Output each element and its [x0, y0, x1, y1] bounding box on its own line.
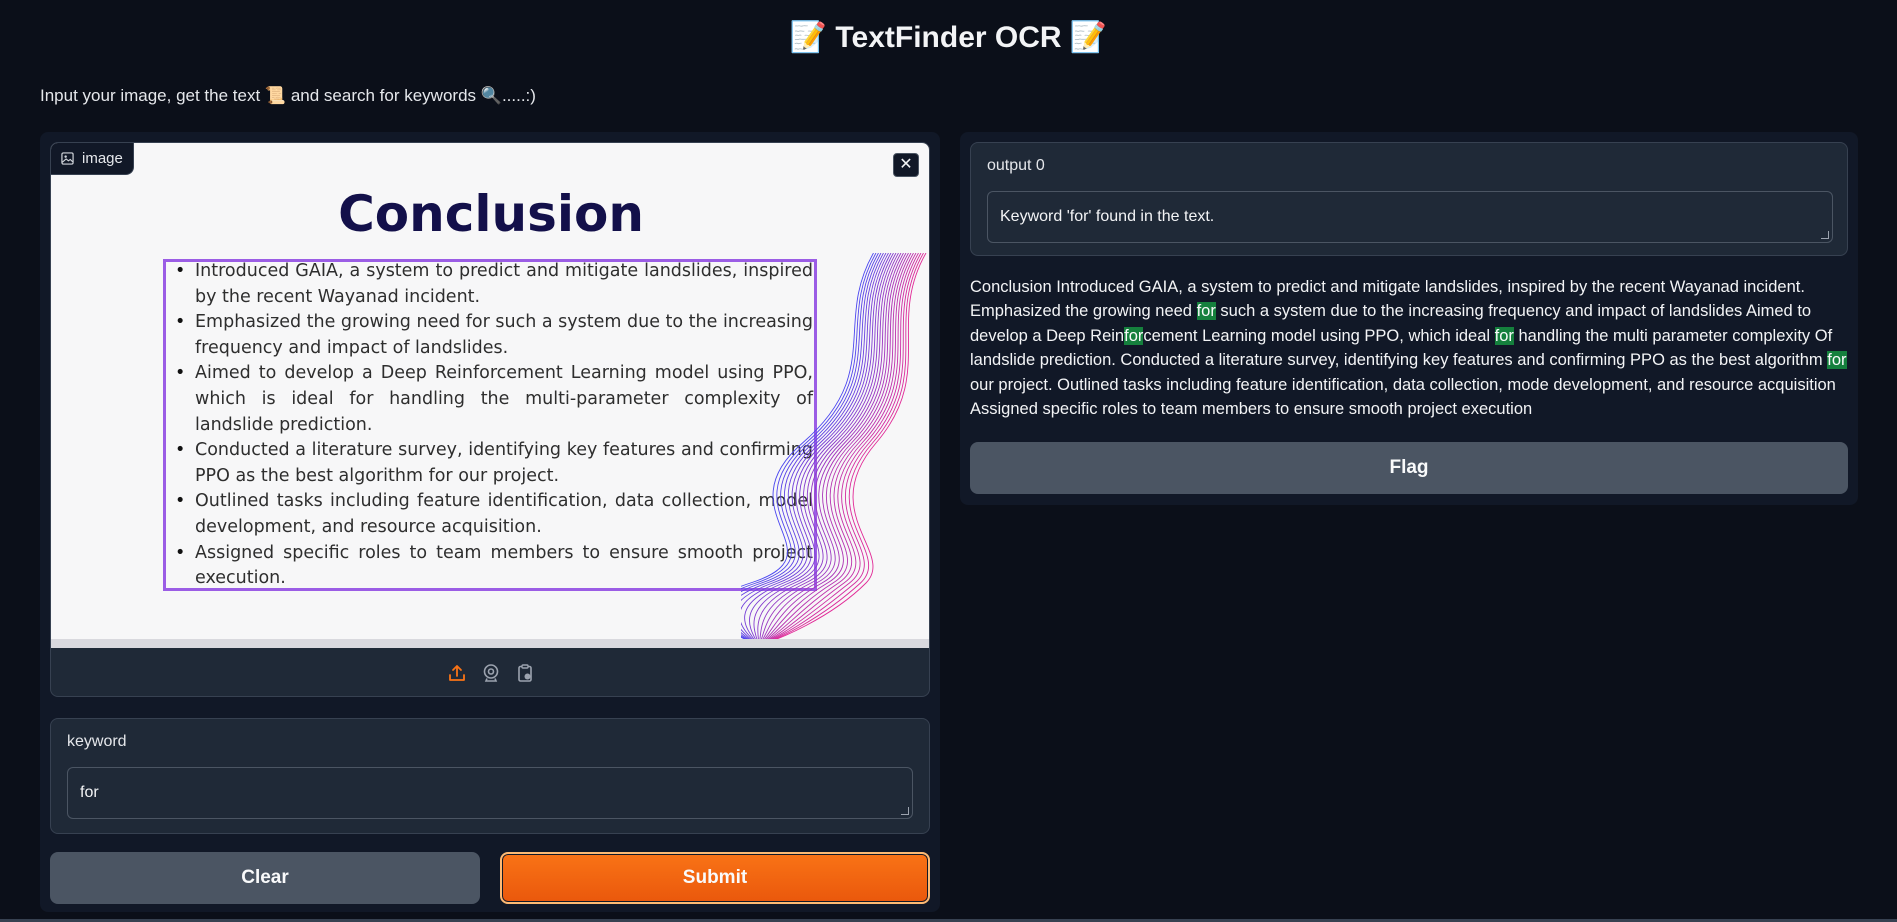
scroll-emoji-icon: 📜 [264, 86, 287, 105]
resize-handle-icon[interactable] [1821, 231, 1829, 239]
decorative-wave-graphic [741, 253, 927, 648]
slide-bullet: Conducted a literature survey, identifyi… [175, 438, 813, 489]
webcam-icon[interactable] [480, 662, 502, 684]
page-title: 📝 TextFinder OCR 📝 [0, 20, 1897, 55]
magnifier-emoji-icon: 🔍 [480, 86, 502, 105]
clear-button[interactable]: Clear [50, 852, 480, 904]
highlighted-result-text: Conclusion Introduced GAIA, a system to … [970, 275, 1850, 421]
image-input[interactable]: Conclusion Introduced GAIA, a system to … [50, 142, 930, 697]
slide-bottom-strip [51, 639, 929, 648]
wave-line [741, 253, 887, 648]
output-label: output 0 [987, 157, 1045, 174]
close-icon[interactable]: ✕ [893, 153, 919, 177]
description-text: .....:) [501, 86, 536, 105]
memo-emoji-icon: 📝 [1069, 21, 1108, 54]
submit-button[interactable]: Submit [500, 852, 930, 904]
keyword-highlight: for [1494, 326, 1514, 345]
wave-line [757, 253, 899, 648]
image-label-text: image [82, 150, 123, 167]
app-description: Input your image, get the text 📜 and sea… [40, 86, 536, 106]
upload-icon[interactable] [446, 662, 468, 684]
memo-emoji-icon: 📝 [789, 21, 828, 54]
keyword-highlight: for [1196, 302, 1216, 321]
wave-line [741, 253, 879, 648]
description-text: Input your image, get the text [40, 86, 261, 105]
keyword-input[interactable]: for [67, 767, 913, 819]
output-field-value: Keyword 'for' found in the text. [1000, 208, 1215, 225]
resize-handle-icon[interactable] [901, 807, 909, 815]
image-icon [61, 152, 74, 165]
wave-line [752, 253, 917, 648]
slide-bullet: Emphasized the growing need for such a s… [175, 310, 813, 361]
image-source-toolbar [51, 648, 929, 696]
slide-bullet: Outlined tasks including feature identif… [175, 489, 813, 540]
app-title: TextFinder OCR [835, 21, 1062, 54]
clipboard-icon[interactable] [514, 662, 536, 684]
description-text: and search for keywords [290, 86, 477, 105]
output-panel: output 0 Keyword 'for' found in the text… [960, 132, 1858, 505]
keyword-textbox: keyword for [50, 718, 930, 834]
flag-button[interactable]: Flag [970, 442, 1848, 494]
keyword-highlight: for [1124, 326, 1144, 345]
result-text-segment: cement Learning model using PPO, which i… [1143, 326, 1495, 345]
slide-bullet: Introduced GAIA, a system to predict and… [175, 259, 813, 310]
keyword-label: keyword [67, 733, 127, 750]
slide-bullet-list: Introduced GAIA, a system to predict and… [175, 259, 813, 592]
input-panel: Conclusion Introduced GAIA, a system to … [40, 132, 940, 912]
uploaded-image: Conclusion Introduced GAIA, a system to … [51, 143, 929, 648]
output-textbox: output 0 Keyword 'for' found in the text… [970, 142, 1848, 256]
image-label: image [51, 143, 134, 175]
keyword-input-value: for [80, 784, 99, 801]
keyword-highlight: for [1827, 351, 1847, 370]
output-field[interactable]: Keyword 'for' found in the text. [987, 191, 1833, 243]
slide-bullet: Assigned specific roles to team members … [175, 541, 813, 592]
slide-title: Conclusion [338, 185, 644, 243]
wave-line [755, 253, 904, 648]
slide-bullet: Aimed to develop a Deep Reinforcement Le… [175, 361, 813, 438]
result-text-segment: our project. Outlined tasks including fe… [970, 375, 1836, 419]
